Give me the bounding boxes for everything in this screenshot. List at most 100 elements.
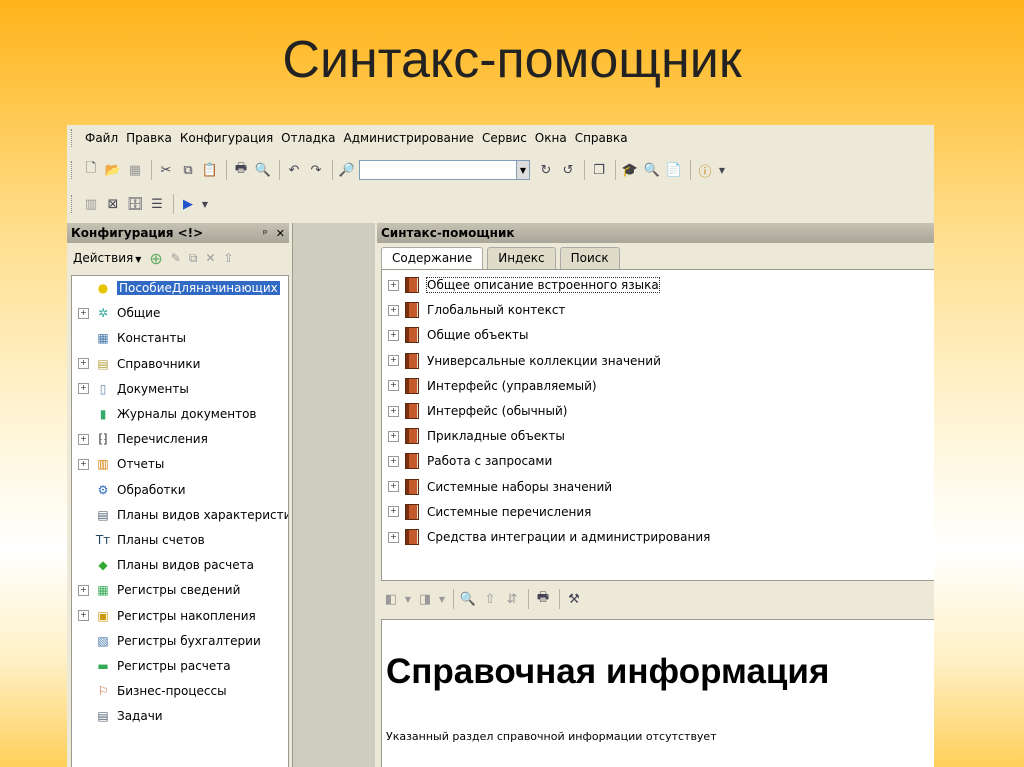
chevron-down-icon[interactable]: ▼ xyxy=(717,160,727,180)
configuration-tree[interactable]: ● ПособиеДляначинающих + ✲ Общие ▦ Константы + ▤… xyxy=(71,275,289,767)
expand-icon[interactable]: + xyxy=(388,405,399,417)
tab[interactable]: Индекс xyxy=(487,247,556,269)
list-icon[interactable]: ☰ xyxy=(147,194,167,214)
tree-item[interactable]: Tт Планы счетов xyxy=(72,530,205,550)
contents-item[interactable]: + Универсальные коллекции значений xyxy=(382,350,661,372)
expand-icon[interactable]: + xyxy=(78,358,89,370)
chevron-down-icon[interactable]: ▼ xyxy=(437,589,447,609)
expand-icon[interactable]: + xyxy=(388,481,399,493)
expand-icon[interactable]: + xyxy=(388,531,399,543)
sync-icon[interactable]: ⇵ xyxy=(502,589,522,609)
add-icon[interactable]: ⊕ xyxy=(149,249,162,268)
syntax-help-icon[interactable]: 🔍 xyxy=(642,160,662,180)
menu-item[interactable]: Сервис xyxy=(482,131,527,145)
contents-item[interactable]: + Прикладные объекты xyxy=(382,425,565,447)
expand-icon[interactable]: + xyxy=(388,279,399,291)
move-up-icon[interactable]: ⇧ xyxy=(224,251,234,265)
expand-icon[interactable]: + xyxy=(78,584,89,596)
delete-icon[interactable]: ✕ xyxy=(205,251,215,265)
tree-item[interactable]: ⚐ Бизнес-процессы xyxy=(72,681,227,701)
contents-item[interactable]: + Общие объекты xyxy=(382,324,528,346)
cut-icon[interactable]: ✂ xyxy=(156,160,176,180)
contents-item[interactable]: + Системные наборы значений xyxy=(382,476,612,498)
wizard-icon[interactable]: 🎓 xyxy=(620,160,640,180)
expand-icon[interactable]: + xyxy=(78,383,89,395)
find-icon[interactable]: 🔎 xyxy=(337,160,357,180)
print-icon[interactable]: 🖶 xyxy=(231,160,251,180)
search-next-icon[interactable]: ↻ xyxy=(536,160,556,180)
tab[interactable]: Поиск xyxy=(559,247,620,269)
toolbar-grip[interactable] xyxy=(71,195,75,213)
menu-item[interactable]: Правка xyxy=(126,131,172,145)
expand-icon[interactable]: + xyxy=(388,304,399,316)
expand-icon[interactable]: + xyxy=(78,458,89,470)
tree-item[interactable]: + ▥ Отчеты xyxy=(72,454,164,474)
window-icon[interactable]: ❐ xyxy=(589,160,609,180)
contents-item[interactable]: + Интерфейс (обычный) xyxy=(382,400,567,422)
search-prev-icon[interactable]: ↺ xyxy=(558,160,578,180)
menu-item[interactable]: Файл xyxy=(85,131,118,145)
menu-item[interactable]: Отладка xyxy=(281,131,335,145)
chevron-down-icon[interactable]: ▼ xyxy=(403,589,413,609)
copy-item-icon[interactable]: ⧉ xyxy=(189,251,198,266)
forward-icon[interactable]: ◨ xyxy=(415,589,435,609)
tree-item[interactable]: + ▤ Справочники xyxy=(72,354,200,374)
menu-item[interactable]: Конфигурация xyxy=(180,131,273,145)
run-debug-icon[interactable]: ▶ xyxy=(178,194,198,214)
tree-item[interactable]: + ▯ Документы xyxy=(72,379,189,399)
tree-item[interactable]: ▦ Константы xyxy=(72,328,186,348)
print-icon[interactable]: 🖶 xyxy=(533,589,553,609)
tree-item[interactable]: ▮ Журналы документов xyxy=(72,404,257,424)
notes-icon[interactable]: 📄 xyxy=(664,160,684,180)
tree-item[interactable]: + ▦ Регистры сведений xyxy=(72,580,240,600)
copy-icon[interactable]: ⧉ xyxy=(178,160,198,180)
contents-item[interactable]: + Системные перечисления xyxy=(382,501,591,523)
contents-item[interactable]: + Глобальный контекст xyxy=(382,299,565,321)
chevron-down-icon[interactable]: ▼ xyxy=(200,194,210,214)
expand-icon[interactable]: + xyxy=(78,610,89,622)
undo-icon[interactable]: ↶ xyxy=(284,160,304,180)
new-document-icon[interactable]: 🗋 xyxy=(81,160,101,180)
tab[interactable]: Содержание xyxy=(381,247,484,269)
menu-item[interactable]: Окна xyxy=(535,131,567,145)
toolbar-grip[interactable] xyxy=(71,161,75,179)
contents-item[interactable]: + Средства интеграции и администрирования xyxy=(382,526,710,548)
redo-icon[interactable]: ↷ xyxy=(306,160,326,180)
tree-item[interactable]: ▧ Регистры бухгалтерии xyxy=(72,631,260,651)
tree-item[interactable]: ▤ Задачи xyxy=(72,706,162,726)
tree-item[interactable]: + ▣ Регистры накопления xyxy=(72,606,256,626)
contents-item[interactable]: + Интерфейс (управляемый) xyxy=(382,375,597,397)
expand-icon[interactable]: + xyxy=(78,307,89,319)
save-icon[interactable]: ▦ xyxy=(125,160,145,180)
tree-item[interactable]: + ✲ Общие xyxy=(72,303,160,323)
open-folder-icon[interactable]: 📂 xyxy=(103,160,123,180)
tree-item[interactable]: ⚙ Обработки xyxy=(72,480,186,500)
expand-icon[interactable]: + xyxy=(388,506,399,518)
menu-item[interactable]: Администрирование xyxy=(344,131,474,145)
close-icon[interactable]: ✕ xyxy=(276,227,285,240)
expand-icon[interactable]: + xyxy=(388,455,399,467)
paste-icon[interactable]: 📋 xyxy=(200,160,220,180)
go-up-icon[interactable]: ⇧ xyxy=(480,589,500,609)
print-preview-icon[interactable]: 🔍 xyxy=(253,160,273,180)
config-icon[interactable]: ▥ xyxy=(81,194,101,214)
tree-item[interactable]: ◆ Планы видов расчета xyxy=(72,555,254,575)
back-icon[interactable]: ◧ xyxy=(381,589,401,609)
database-icon[interactable]: 🗄 xyxy=(125,194,145,214)
expand-icon[interactable]: + xyxy=(78,433,89,445)
tree-item[interactable]: ▬ Регистры расчета xyxy=(72,656,230,676)
contents-item[interactable]: + Общее описание встроенного языка xyxy=(382,274,660,296)
edit-icon[interactable]: ✎ xyxy=(171,251,181,265)
contents-item[interactable]: + Работа с запросами xyxy=(382,450,552,472)
expand-icon[interactable]: + xyxy=(388,380,399,392)
tree-item[interactable]: ▤ Планы видов характеристик xyxy=(72,505,288,525)
tree-item[interactable]: + ⁅⁆ Перечисления xyxy=(72,429,208,449)
chevron-down-icon[interactable]: ▼ xyxy=(517,160,530,180)
find-in-text-icon[interactable]: 🔍 xyxy=(458,589,478,609)
tree-item[interactable]: ● ПособиеДляначинающих xyxy=(72,278,280,298)
info-icon[interactable]: ⓘ xyxy=(695,160,715,180)
menu-item[interactable]: Справка xyxy=(575,131,628,145)
pin-icon[interactable]: ᵖ xyxy=(263,227,268,240)
search-input[interactable] xyxy=(359,160,517,180)
expand-icon[interactable]: + xyxy=(388,329,399,341)
